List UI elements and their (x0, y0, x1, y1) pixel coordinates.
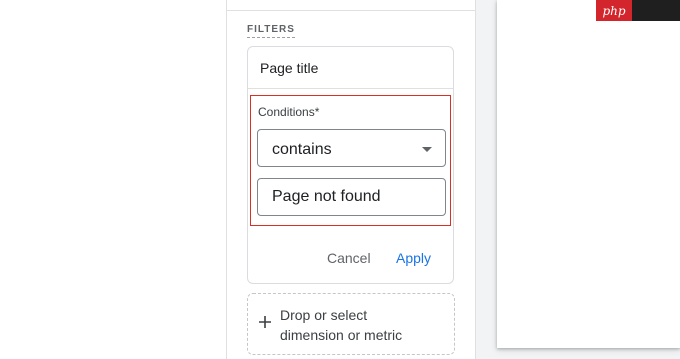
filter-field-title: Page title (248, 47, 453, 89)
filters-section-label: FILTERS (247, 24, 295, 38)
conditions-label: Conditions* (258, 105, 320, 119)
chevron-down-icon (422, 147, 432, 152)
php-logo: php (596, 0, 632, 21)
condition-dropdown-value: contains (272, 141, 332, 158)
report-canvas (497, 0, 680, 348)
drop-zone-text: Drop or select dimension or metric (280, 305, 450, 345)
brand-badge: php (596, 0, 680, 21)
plus-icon (259, 316, 271, 328)
condition-dropdown[interactable]: contains (257, 129, 446, 167)
cancel-button[interactable]: Cancel (327, 250, 371, 266)
drop-zone-line-1: Drop or select (280, 307, 368, 323)
conditions-group: Conditions* contains (250, 95, 451, 226)
drop-zone-line-2: dimension or metric (280, 327, 403, 343)
condition-value-input[interactable] (257, 178, 446, 216)
panel-top-divider (227, 10, 475, 11)
filter-card: Page title Conditions* contains Cancel A… (247, 46, 454, 284)
add-dimension-or-metric-drop-zone[interactable]: Drop or select dimension or metric (247, 293, 455, 355)
apply-button[interactable]: Apply (396, 250, 431, 266)
left-divider (226, 0, 227, 359)
